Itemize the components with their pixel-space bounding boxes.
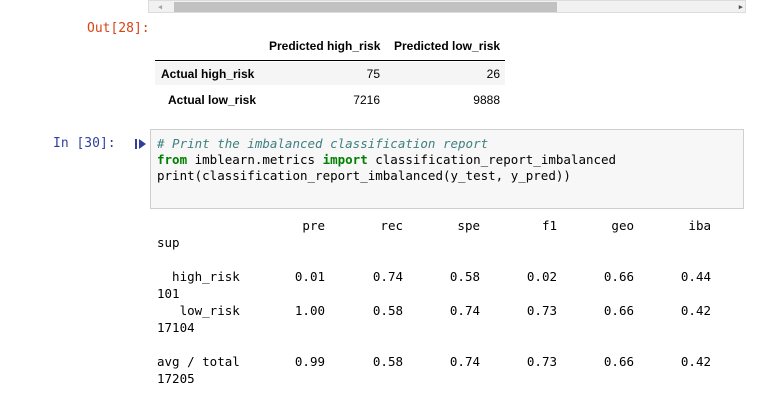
column-header: Predicted low_risk	[394, 39, 501, 53]
keyword-import: import	[322, 152, 368, 167]
row-label: Actual low_risk	[168, 93, 257, 107]
code-line-comment: # Print the imbalanced classification re…	[157, 136, 488, 153]
report-value: 0.42	[680, 354, 711, 369]
report-value: 0.66	[603, 354, 634, 369]
table-cell: 9888	[473, 93, 500, 107]
report-row-label: high_risk	[157, 269, 240, 284]
code-line-print: print(classification_report_imbalanced(y…	[157, 168, 571, 183]
out-prompt: Out[28]:	[87, 21, 150, 36]
scroll-left-icon[interactable]: ◀	[153, 1, 167, 13]
report-value: 0.74	[372, 269, 403, 284]
report-value: 0.66	[603, 303, 634, 318]
report-header: iba	[688, 218, 711, 233]
report-header: spe	[457, 218, 480, 233]
report-value: 0.42	[680, 303, 711, 318]
report-value: 0.02	[526, 269, 557, 284]
scroll-right-icon[interactable]: ▶	[691, 1, 743, 13]
report-header: rec	[380, 218, 403, 233]
report-header-support: sup	[157, 235, 180, 250]
report-value: 0.66	[603, 269, 634, 284]
report-support: 17104	[157, 320, 195, 335]
horizontal-scrollbar[interactable]: ◀ ▶	[148, 0, 746, 13]
report-value: 0.73	[526, 354, 557, 369]
report-value: 0.01	[294, 269, 325, 284]
code-line-import: from imblearn.metrics import classificat…	[157, 152, 616, 169]
table-cell: 7216	[353, 93, 380, 107]
report-value: 0.58	[449, 269, 480, 284]
report-value: 1.00	[294, 303, 325, 318]
report-value: 0.58	[372, 303, 403, 318]
run-cell-icon[interactable]	[135, 138, 147, 150]
in-prompt: In [30]:	[53, 136, 116, 151]
report-value: 0.73	[526, 303, 557, 318]
module-name: imblearn.metrics	[187, 152, 323, 167]
report-support: 17205	[157, 371, 195, 386]
report-value: 0.44	[680, 269, 711, 284]
report-value: 0.99	[294, 354, 325, 369]
scroll-thumb[interactable]	[174, 2, 557, 12]
report-row-label: avg / total	[157, 354, 240, 369]
report-value: 0.58	[372, 354, 403, 369]
table-header-rule	[155, 60, 505, 61]
report-value: 0.74	[449, 354, 480, 369]
code-comment: # Print the imbalanced classification re…	[157, 136, 489, 151]
imported-name: classification_report_imbalanced	[367, 152, 617, 167]
table-cell: 26	[486, 67, 500, 81]
report-header: f1	[541, 218, 557, 233]
report-support: 101	[157, 286, 180, 301]
keyword-from: from	[157, 152, 188, 167]
report-value: 0.74	[449, 303, 480, 318]
column-header: Predicted high_risk	[269, 39, 381, 53]
report-header: geo	[611, 218, 634, 233]
report-row-label: low_risk	[157, 303, 240, 318]
table-cell: 75	[366, 67, 380, 81]
report-header: pre	[302, 218, 325, 233]
row-label: Actual high_risk	[161, 67, 255, 81]
